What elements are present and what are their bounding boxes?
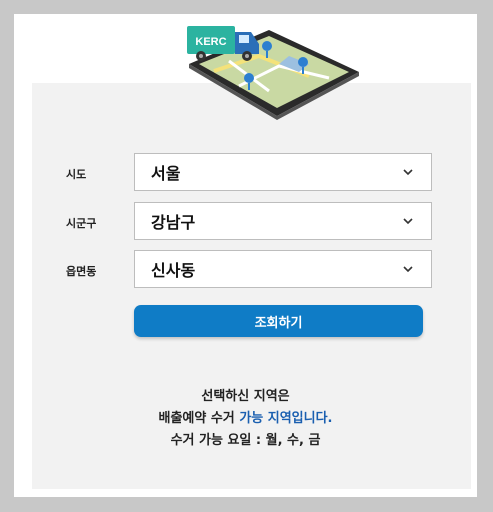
page-frame: KERC 시도 서울 시군구 강남구 읍면동 신사동 조회하기 선택하신 지역은… (14, 14, 477, 497)
eupmyeondong-value: 신사동 (151, 261, 196, 280)
result-line-1: 선택하신 지역은 (201, 389, 290, 404)
delivery-map-illustration: KERC (187, 26, 359, 120)
chevron-down-icon (401, 262, 415, 276)
result-line-2: 배출예약 수거 가능 지역입니다. (14, 407, 477, 426)
sigungu-value: 강남구 (151, 213, 196, 232)
sido-label: 시도 (66, 168, 87, 181)
sigungu-select[interactable]: 강남구 (134, 202, 432, 240)
result-line-2-prefix: 배출예약 수거 (158, 411, 235, 426)
collection-days: 수거 가능 요일 : 월, 수, 금 (170, 433, 321, 448)
eupmyeondong-select[interactable]: 신사동 (134, 250, 432, 288)
chevron-down-icon (401, 214, 415, 228)
sido-value: 서울 (151, 164, 181, 183)
search-button[interactable]: 조회하기 (134, 305, 423, 337)
eupmyeondong-label: 읍면동 (66, 265, 97, 278)
chevron-down-icon (401, 165, 415, 179)
truck-logo-text: KERC (195, 36, 226, 48)
sigungu-label: 시군구 (66, 217, 97, 230)
availability-highlight: 가능 지역입니다. (239, 411, 333, 426)
sido-select[interactable]: 서울 (134, 153, 432, 191)
